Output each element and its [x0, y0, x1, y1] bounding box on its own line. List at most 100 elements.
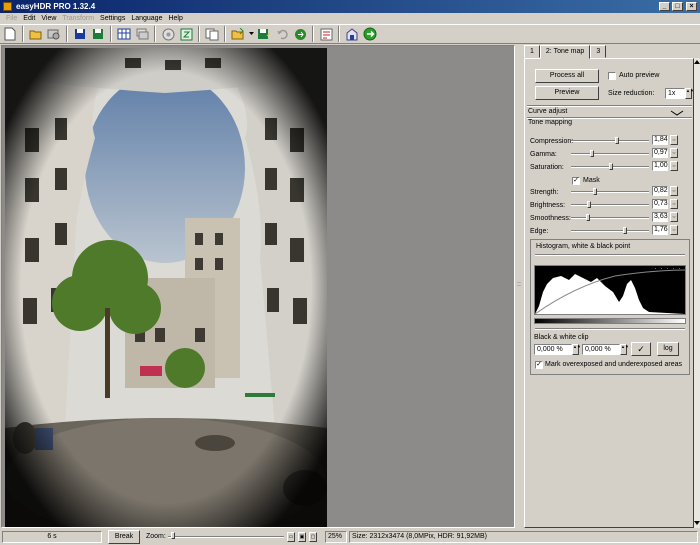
tab-tone-map[interactable]: 2: Tone map: [539, 45, 591, 59]
zoom-slider[interactable]: [168, 536, 284, 538]
white-point-slider[interactable]: [535, 254, 685, 256]
black-clip-input[interactable]: 0,000 %: [534, 344, 572, 355]
auto-preview-checkbox[interactable]: [608, 72, 616, 80]
scroll-down-icon[interactable]: [694, 521, 700, 526]
tab-1[interactable]: 1: [524, 45, 540, 58]
break-button[interactable]: Break: [108, 530, 140, 544]
zoom-100-icon[interactable]: ▣: [298, 532, 306, 542]
size-reduction-input[interactable]: 1x: [665, 88, 685, 99]
histogram-chart: [534, 265, 686, 315]
gamma-reset-icon[interactable]: ⇔: [670, 148, 678, 158]
batch-icon[interactable]: [134, 26, 150, 42]
compression-slider[interactable]: [571, 140, 649, 142]
open-dropdown-icon[interactable]: [230, 26, 246, 42]
gamma-slider-thumb[interactable]: [590, 150, 595, 157]
compression-value[interactable]: 1,84: [652, 135, 668, 145]
save-result-icon[interactable]: [256, 26, 272, 42]
menu-file[interactable]: File: [3, 15, 20, 22]
smoothness-slider-thumb[interactable]: [585, 214, 590, 221]
smoothness-slider[interactable]: [571, 217, 649, 219]
open-folder-icon[interactable]: [28, 26, 44, 42]
mark-areas-label: Mark overexposed and underexposed areas: [545, 361, 682, 368]
maximize-button[interactable]: □: [672, 2, 683, 11]
histogram-curve: [535, 274, 685, 314]
align-icon[interactable]: [160, 26, 176, 42]
copy-icon[interactable]: [204, 26, 220, 42]
smoothness-reset-icon[interactable]: ⇔: [670, 212, 678, 222]
zoom-fit-icon[interactable]: ▭: [287, 532, 295, 542]
tab-strip: 1 2: Tone map 3: [524, 45, 607, 59]
auto-preview-label: Auto preview: [619, 72, 660, 79]
log-button[interactable]: log: [657, 342, 679, 356]
brightness-slider-thumb[interactable]: [587, 201, 592, 208]
edge-slider-thumb[interactable]: [622, 227, 627, 234]
mark-areas-checkbox[interactable]: ✓: [535, 361, 543, 369]
toolbar-separator: [338, 26, 340, 42]
zoom-value: 25%: [325, 531, 347, 543]
redo-icon[interactable]: [292, 26, 308, 42]
edge-slider[interactable]: [571, 230, 649, 232]
panel-splitter[interactable]: ::: [515, 45, 523, 528]
white-clip-spinner[interactable]: ▲▼: [620, 344, 629, 355]
zoom-label: Zoom:: [146, 533, 166, 540]
compression-reset-icon[interactable]: ⇔: [670, 135, 678, 145]
saturation-value[interactable]: 1,00: [652, 161, 668, 171]
menu-language[interactable]: Language: [128, 15, 165, 22]
dropdown-arrow-icon[interactable]: [248, 26, 254, 42]
zoom-slider-thumb[interactable]: [171, 532, 175, 539]
close-button[interactable]: ×: [686, 2, 697, 11]
grid-view-icon[interactable]: [116, 26, 132, 42]
save-icon[interactable]: [72, 26, 88, 42]
gamma-value[interactable]: 0,97: [652, 148, 668, 158]
smoothness-value[interactable]: 3,63: [652, 212, 668, 222]
toolbar-separator: [110, 26, 112, 42]
minimize-button[interactable]: _: [659, 2, 670, 11]
size-reduction-spinner[interactable]: ▲▼: [685, 88, 694, 99]
chevron-down-icon[interactable]: [670, 110, 684, 116]
zoom-full-icon[interactable]: ▢: [309, 532, 317, 542]
menu-view[interactable]: View: [38, 15, 59, 22]
gamma-label: Gamma:: [530, 151, 557, 158]
compression-label: Compression:: [530, 138, 574, 145]
bw-clip-label: Black & white clip: [534, 334, 589, 341]
strength-value[interactable]: 0,82: [652, 186, 668, 196]
menu-edit[interactable]: Edit: [20, 15, 38, 22]
brightness-value[interactable]: 0,73: [652, 199, 668, 209]
zero-ev-icon[interactable]: [178, 26, 194, 42]
menu-help[interactable]: Help: [165, 15, 185, 22]
compression-slider-thumb[interactable]: [615, 137, 620, 144]
mask-checkbox[interactable]: ✓: [572, 177, 580, 185]
edge-value[interactable]: 1,76: [652, 225, 668, 235]
scroll-up-icon[interactable]: [694, 60, 700, 65]
gamma-slider[interactable]: [571, 153, 649, 155]
saturation-reset-icon[interactable]: ⇔: [670, 161, 678, 171]
white-clip-input[interactable]: 0,000 %: [582, 344, 620, 355]
settings-icon[interactable]: [318, 26, 334, 42]
brightness-label: Brightness:: [530, 202, 566, 209]
panel-scrollbar[interactable]: [694, 58, 700, 528]
saturation-slider-thumb[interactable]: [609, 163, 614, 170]
undo-icon[interactable]: [274, 26, 290, 42]
image-viewer[interactable]: [1, 45, 515, 528]
black-point-slider[interactable]: [535, 328, 685, 330]
strength-slider[interactable]: [571, 191, 649, 193]
menu-settings[interactable]: Settings: [97, 15, 128, 22]
strength-reset-icon[interactable]: ⇔: [670, 186, 678, 196]
brightness-slider[interactable]: [571, 204, 649, 206]
edge-reset-icon[interactable]: ⇔: [670, 225, 678, 235]
process-all-button[interactable]: Process all: [535, 69, 599, 83]
preview-button[interactable]: Preview: [535, 86, 599, 100]
menu-transform[interactable]: Transform: [59, 15, 97, 22]
curve-adjust-header[interactable]: Curve adjust: [528, 108, 567, 115]
apply-clip-button[interactable]: ✓: [631, 342, 651, 356]
go-icon[interactable]: [362, 26, 378, 42]
save-as-icon[interactable]: [90, 26, 106, 42]
open-images-icon[interactable]: [46, 26, 62, 42]
brightness-reset-icon[interactable]: ⇔: [670, 199, 678, 209]
export-icon[interactable]: [344, 26, 360, 42]
menu-bar: File Edit View Transform Settings Langua…: [0, 13, 700, 24]
black-clip-spinner[interactable]: ▲▼: [572, 344, 581, 355]
new-file-icon[interactable]: [2, 26, 18, 42]
tab-3[interactable]: 3: [590, 45, 607, 58]
strength-slider-thumb[interactable]: [593, 188, 598, 195]
